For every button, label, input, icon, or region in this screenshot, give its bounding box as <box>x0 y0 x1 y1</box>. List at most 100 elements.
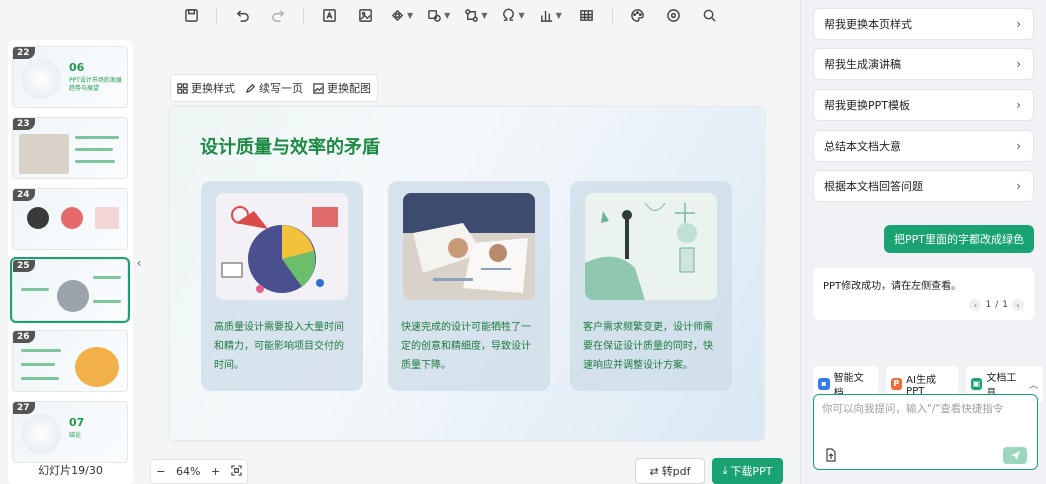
content-card-1[interactable]: 高质量设计需要投入大量时间和精力，可能影响项目交付的时间。 <box>201 181 363 391</box>
thumbnail-line <box>21 288 49 291</box>
pager-total: 1 <box>1002 300 1008 310</box>
thumbnail-line <box>75 136 119 139</box>
chart-icon[interactable]: ▼ <box>427 2 450 28</box>
search-icon[interactable] <box>699 2 721 28</box>
thumbnail-27[interactable]: 27 07 结论 <box>12 401 128 463</box>
thumbnail-22[interactable]: 22 06 PPT设计市场的发展趋势与展望 <box>12 46 128 108</box>
redo-icon[interactable] <box>267 2 289 28</box>
thumbnail-line <box>21 363 55 366</box>
continue-page-label: 续写一页 <box>259 82 303 95</box>
thumbnail-number: 24 <box>13 189 35 201</box>
next-page-icon[interactable]: › <box>1012 299 1024 311</box>
app: ▼ ▼ ▼ ▼ ▼ 22 06 PPT设计市场的发展趋势与展望 23 24 25… <box>0 0 1046 484</box>
convert-pdf-button[interactable]: ⇄ 转pdf <box>635 458 705 484</box>
card-photo <box>403 193 535 300</box>
change-style-button[interactable]: 更换样式 <box>177 80 235 96</box>
thumbnail-subtitle: PPT设计市场的发展趋势与展望 <box>69 77 122 92</box>
layout-icon <box>177 82 188 94</box>
thumbnail-26[interactable]: 26 <box>12 330 128 392</box>
chevron-right-icon: › <box>1016 139 1021 153</box>
thumbnail-line <box>75 160 115 163</box>
content-card-3[interactable]: 客户需求频繁变更，设计师需要在保证设计质量的同时，快速响应并调整设计方案。 <box>570 181 732 391</box>
slide-title[interactable]: 设计质量与效率的矛盾 <box>200 133 380 159</box>
pager-separator: / <box>995 300 999 310</box>
prev-page-icon[interactable]: ‹ <box>969 299 982 311</box>
suggestion-qa[interactable]: 根据本文档回答问题 › <box>813 170 1034 202</box>
zoom-out-button[interactable]: − <box>156 465 165 478</box>
suggestion-label: 总结本文档大意 <box>824 140 901 153</box>
suggestion-change-style[interactable]: 帮我更换本页样式 › <box>813 8 1034 40</box>
slide-thumbnails: 22 06 PPT设计市场的发展趋势与展望 23 24 25 26 27 07 … <box>8 40 133 484</box>
thumbnail-image <box>19 134 69 174</box>
collapse-thumbnails-button[interactable]: ‹ <box>133 248 145 278</box>
fit-screen-icon[interactable] <box>231 464 242 479</box>
suggestion-summary[interactable]: 总结本文档大意 › <box>813 130 1034 162</box>
convert-pdf-label: 转pdf <box>661 465 691 478</box>
slide-counter: 幻灯片19/30 <box>38 464 103 477</box>
send-button[interactable] <box>1003 447 1027 464</box>
thumbnail-subtitle: 结论 <box>69 432 82 439</box>
top-toolbar: ▼ ▼ ▼ ▼ ▼ <box>180 0 780 30</box>
send-icon <box>1010 450 1020 461</box>
divider <box>303 7 304 23</box>
suggestion-speech[interactable]: 帮我生成演讲稿 › <box>813 48 1034 80</box>
target-icon[interactable] <box>663 2 685 28</box>
attach-file-icon[interactable] <box>824 447 838 462</box>
slide-canvas[interactable]: 设计质量与效率的矛盾 高质量设计需要投入大量时间和精力，可能影响项目交付的时间。 <box>170 107 764 440</box>
change-style-label: 更换样式 <box>191 82 235 95</box>
textbox-icon[interactable] <box>318 2 340 28</box>
thumbnail-image <box>95 207 119 229</box>
content-card-2[interactable]: 快速完成的设计可能牺牲了一定的创意和精细度，导致设计质量下降。 <box>388 181 550 391</box>
undo-icon[interactable] <box>231 2 253 28</box>
thumbnail-25[interactable]: 25 <box>10 257 130 323</box>
divider <box>611 7 613 23</box>
card-text[interactable]: 高质量设计需要投入大量时间和精力，可能影响项目交付的时间。 <box>214 318 352 375</box>
zoom-control: − 64% + <box>150 459 248 484</box>
save-icon[interactable] <box>180 2 202 28</box>
shape-icon[interactable]: ▼ <box>390 2 413 28</box>
assistant-message: PPT修改成功，请在左侧查看。 ‹ 1 / 1 › <box>813 268 1034 320</box>
change-image-button[interactable]: 更换配图 <box>313 80 371 96</box>
flow-icon[interactable]: ▼ <box>464 2 487 28</box>
thumbnail-image <box>57 280 89 312</box>
download-ppt-button[interactable]: ⤓ 下载PPT <box>712 458 783 484</box>
thumbnail-decoration <box>21 414 61 454</box>
download-ppt-label: 下载PPT <box>730 465 773 478</box>
thumbnail-number: 25 <box>13 260 35 272</box>
thumbnail-image <box>61 207 83 229</box>
divider <box>216 7 217 23</box>
thumbnail-24[interactable]: 24 <box>12 188 128 250</box>
bar-chart-icon[interactable]: ▼ <box>539 2 562 28</box>
chat-input[interactable] <box>822 401 1030 437</box>
chevron-right-icon: › <box>1016 179 1021 193</box>
card-text[interactable]: 快速完成的设计可能牺牲了一定的创意和精细度，导致设计质量下降。 <box>401 318 539 375</box>
swap-icon: ⇄ <box>649 464 659 478</box>
assistant-message-text: PPT修改成功，请在左侧查看。 <box>823 281 962 292</box>
slide-floating-toolbar: 更换样式 续写一页 更换配图 <box>170 74 378 102</box>
thumbnail-line <box>75 148 113 151</box>
symbol-icon[interactable]: ▼ <box>501 2 525 28</box>
download-icon: ⤓ <box>722 464 728 477</box>
tools-icon: ▣ <box>970 378 983 390</box>
chevron-right-icon: › <box>1016 98 1021 112</box>
suggestion-template[interactable]: 帮我更换PPT模板 › <box>813 89 1034 121</box>
thumbnail-decoration <box>21 59 61 99</box>
palette-icon[interactable] <box>627 2 649 28</box>
thumbnail-title: 06 <box>69 61 85 74</box>
chevron-up-icon: ︿ <box>1028 380 1038 391</box>
thumbnail-line <box>93 276 121 279</box>
thumbnail-number: 27 <box>13 402 35 414</box>
message-pager: ‹ 1 / 1 › <box>969 299 1024 311</box>
thumbnail-image <box>27 207 49 229</box>
card-illustration <box>216 193 348 300</box>
continue-page-button[interactable]: 续写一页 <box>245 80 303 96</box>
zoom-level: 64% <box>175 465 201 478</box>
zoom-in-button[interactable]: + <box>211 465 220 478</box>
card-text[interactable]: 客户需求频繁变更，设计师需要在保证设计质量的同时，快速响应并调整设计方案。 <box>583 318 721 375</box>
pen-icon <box>245 83 256 93</box>
ppt-icon: P <box>890 378 903 390</box>
thumbnail-23[interactable]: 23 <box>12 117 128 179</box>
image-icon[interactable] <box>354 2 376 28</box>
table-icon[interactable] <box>576 2 598 28</box>
doc-icon: ▪ <box>818 378 830 390</box>
